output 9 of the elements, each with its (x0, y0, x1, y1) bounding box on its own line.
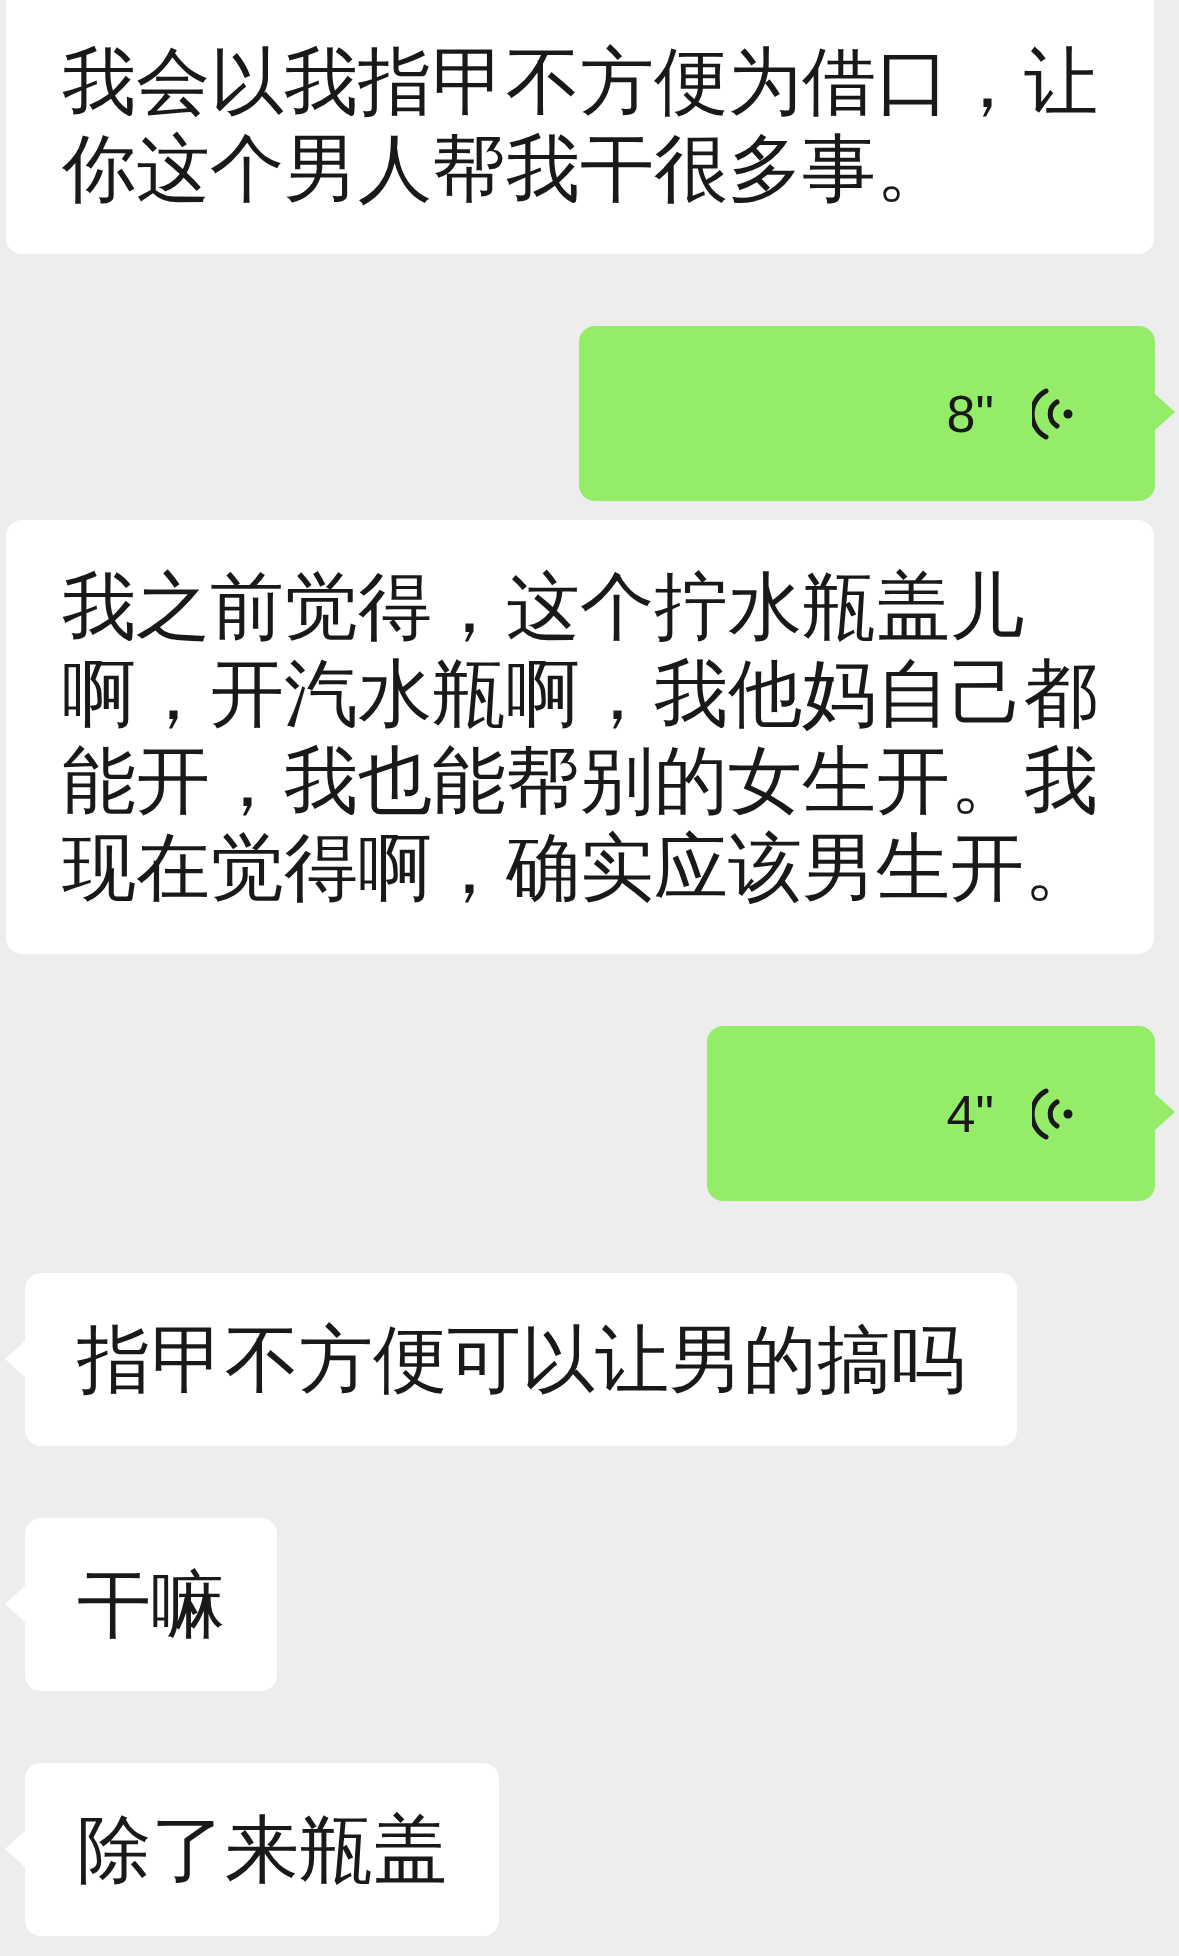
message-bubble: 指甲不方便可以让男的搞吗 (25, 1273, 1017, 1446)
voice-message[interactable]: 4" (707, 1026, 1155, 1201)
message-bubble: 干嘛 (25, 1518, 277, 1691)
message-bubble: 除了来瓶盖 (25, 1763, 499, 1936)
bubble-tail (1155, 394, 1175, 430)
message-bubble: 我会以我指甲不方便为借口，让你这个男人帮我干很多事。 (6, 0, 1154, 254)
voice-message[interactable]: 8" (579, 326, 1155, 501)
bubble-tail (1155, 1094, 1175, 1130)
message-bubble: 我之前觉得，这个拧水瓶盖儿啊，开汽水瓶啊，我他妈自己都能开，我也能帮别的女生开。我现在觉得啊，确实应该男生开。 (6, 520, 1154, 954)
